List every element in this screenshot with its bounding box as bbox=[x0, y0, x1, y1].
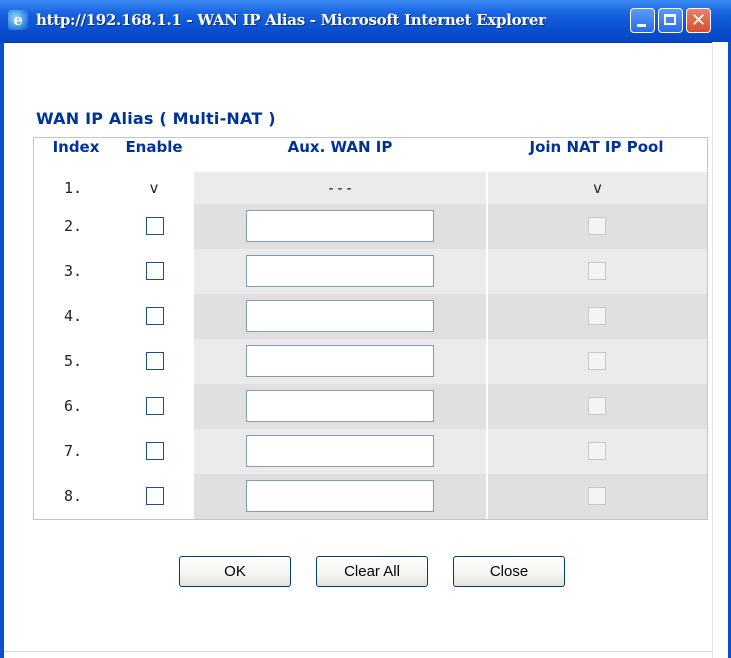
table-row: 4. bbox=[34, 294, 707, 339]
row-index: 2. bbox=[63, 217, 83, 235]
join-pool-cell bbox=[488, 474, 707, 519]
status-divider bbox=[4, 651, 712, 652]
aux-wan-ip-input[interactable] bbox=[246, 435, 434, 467]
enable-checkbox[interactable] bbox=[146, 487, 164, 505]
aux-ip-cell bbox=[194, 429, 486, 474]
row-index: 6. bbox=[63, 397, 83, 415]
aux-ip-cell bbox=[194, 474, 486, 519]
window-frame-left bbox=[0, 42, 4, 658]
enable-checkbox[interactable] bbox=[146, 262, 164, 280]
aux-ip-cell bbox=[194, 339, 486, 384]
title-bar[interactable]: e http://192.168.1.1 - WAN IP Alias - Mi… bbox=[0, 0, 731, 43]
row-index-cell: 3. bbox=[34, 249, 112, 294]
aux-ip-cell: --- bbox=[194, 172, 486, 204]
window-title: http://192.168.1.1 - WAN IP Alias - Micr… bbox=[36, 11, 546, 29]
aux-wan-ip-input[interactable] bbox=[246, 255, 434, 287]
row-index-cell: 5. bbox=[34, 339, 112, 384]
row-index-cell: 1. bbox=[34, 172, 112, 204]
row-index-cell: 2. bbox=[34, 204, 112, 249]
join-pool-cell bbox=[488, 384, 707, 429]
close-icon: ✕ bbox=[690, 10, 707, 31]
minimize-button[interactable] bbox=[630, 8, 655, 33]
row-index: 5. bbox=[63, 352, 83, 370]
join-nat-pool-checkbox bbox=[588, 397, 606, 415]
enable-checkbox[interactable] bbox=[146, 442, 164, 460]
row-index: 3. bbox=[63, 262, 83, 280]
aux-ip-value: --- bbox=[326, 179, 354, 197]
wan-ip-alias-table: Index Enable Aux. WAN IP Join NAT IP Poo… bbox=[33, 137, 708, 520]
join-pool-cell bbox=[488, 249, 707, 294]
row-index: 7. bbox=[63, 442, 83, 460]
join-nat-pool-checkbox bbox=[588, 217, 606, 235]
table-header: Index Enable Aux. WAN IP Join NAT IP Poo… bbox=[34, 138, 707, 172]
join-pool-cell bbox=[488, 339, 707, 384]
row-index: 8. bbox=[63, 487, 83, 505]
scrollbar-area bbox=[712, 42, 728, 658]
maximize-icon bbox=[664, 14, 676, 25]
header-aux-wan-ip: Aux. WAN IP bbox=[287, 138, 393, 156]
aux-wan-ip-input[interactable] bbox=[246, 480, 434, 512]
table-row: 3. bbox=[34, 249, 707, 294]
minimize-icon bbox=[637, 24, 646, 27]
join-nat-pool-checkbox bbox=[588, 442, 606, 460]
table-row: 7. bbox=[34, 429, 707, 474]
header-join-nat-ip-pool: Join NAT IP Pool bbox=[529, 138, 664, 156]
enable-checkbox[interactable] bbox=[146, 397, 164, 415]
maximize-button[interactable] bbox=[658, 8, 683, 33]
table-row: 2. bbox=[34, 204, 707, 249]
row-index: 4. bbox=[63, 307, 83, 325]
join-pool-cell bbox=[488, 429, 707, 474]
join-nat-pool-checkbox bbox=[588, 352, 606, 370]
aux-ip-cell bbox=[194, 204, 486, 249]
table-row: 1. v --- v bbox=[34, 172, 707, 204]
enable-checkbox[interactable] bbox=[146, 217, 164, 235]
enable-cell bbox=[114, 294, 194, 339]
row-index-cell: 7. bbox=[34, 429, 112, 474]
aux-ip-cell bbox=[194, 249, 486, 294]
aux-wan-ip-input[interactable] bbox=[246, 210, 434, 242]
enable-cell bbox=[114, 429, 194, 474]
row-index-cell: 8. bbox=[34, 474, 112, 519]
join-pool-value: v bbox=[592, 179, 603, 197]
join-pool-cell bbox=[488, 204, 707, 249]
aux-wan-ip-input[interactable] bbox=[246, 390, 434, 422]
aux-wan-ip-input[interactable] bbox=[246, 300, 434, 332]
enable-value: v bbox=[149, 179, 159, 197]
enable-cell bbox=[114, 384, 194, 429]
ok-button[interactable]: OK bbox=[179, 556, 291, 587]
enable-cell bbox=[114, 474, 194, 519]
internet-explorer-icon: e bbox=[8, 10, 28, 30]
header-enable: Enable bbox=[125, 138, 183, 156]
join-pool-cell bbox=[488, 294, 707, 339]
join-nat-pool-checkbox bbox=[588, 262, 606, 280]
clear-all-button[interactable]: Clear All bbox=[316, 556, 428, 587]
join-pool-cell: v bbox=[488, 172, 707, 204]
aux-ip-cell bbox=[194, 384, 486, 429]
table-row: 8. bbox=[34, 474, 707, 519]
row-index: 1. bbox=[63, 179, 83, 197]
aux-ip-cell bbox=[194, 294, 486, 339]
row-index-cell: 6. bbox=[34, 384, 112, 429]
enable-cell bbox=[114, 204, 194, 249]
enable-cell bbox=[114, 339, 194, 384]
enable-checkbox[interactable] bbox=[146, 352, 164, 370]
table-row: 5. bbox=[34, 339, 707, 384]
enable-cell: v bbox=[114, 172, 194, 204]
join-nat-pool-checkbox bbox=[588, 307, 606, 325]
join-nat-pool-checkbox bbox=[588, 487, 606, 505]
enable-cell bbox=[114, 249, 194, 294]
aux-wan-ip-input[interactable] bbox=[246, 345, 434, 377]
enable-checkbox[interactable] bbox=[146, 307, 164, 325]
page-title: WAN IP Alias ( Multi-NAT ) bbox=[36, 109, 276, 128]
header-index: Index bbox=[52, 138, 100, 156]
close-button[interactable]: Close bbox=[453, 556, 565, 587]
row-index-cell: 4. bbox=[34, 294, 112, 339]
close-window-button[interactable]: ✕ bbox=[686, 8, 711, 33]
table-row: 6. bbox=[34, 384, 707, 429]
